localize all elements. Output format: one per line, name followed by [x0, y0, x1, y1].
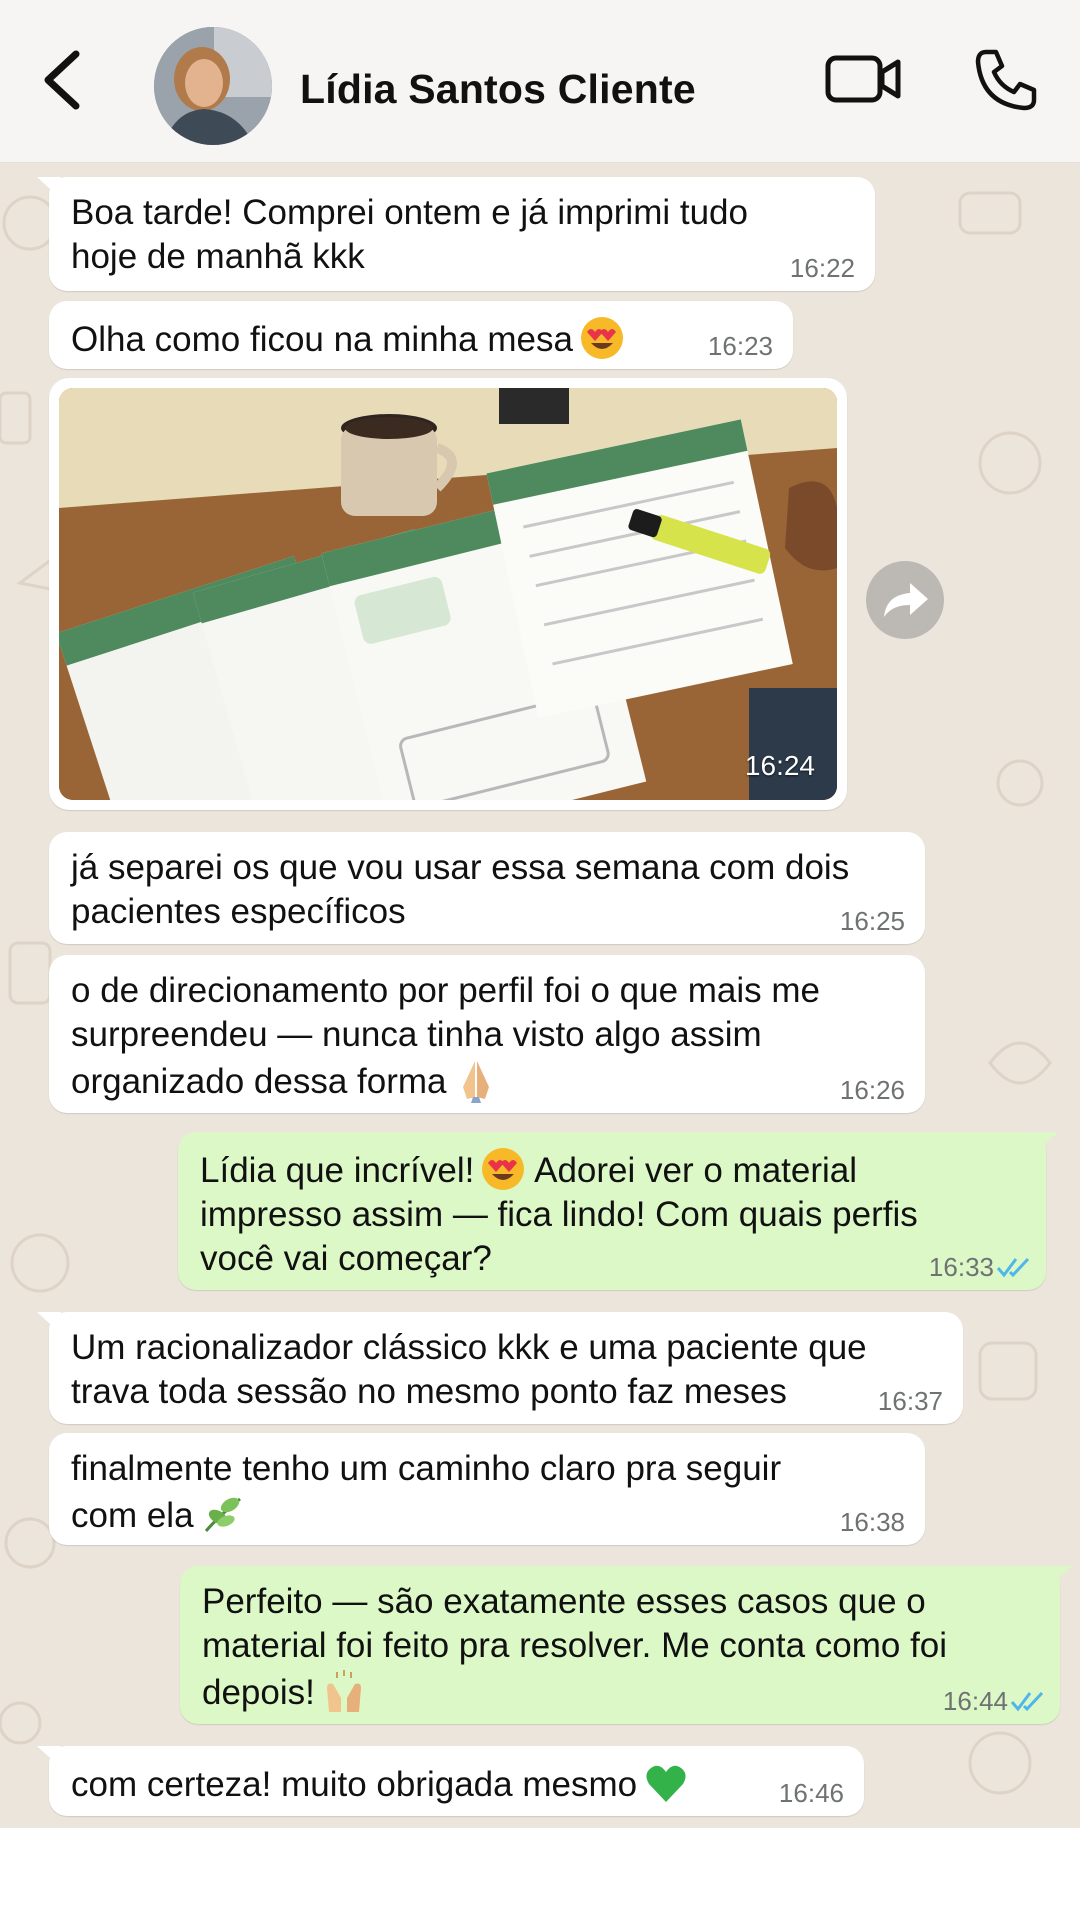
message-time: 16:44	[942, 1686, 1008, 1716]
message-text: Um racionalizador clássico kkk e uma pac…	[71, 1328, 867, 1411]
message-text: Perfeito — são exatamente esses casos qu…	[202, 1582, 948, 1712]
forward-arrow-icon	[884, 583, 928, 617]
message-incoming[interactable]: Boa tarde! Comprei ontem e já imprimi tu…	[37, 177, 875, 291]
phone-icon	[975, 49, 1037, 111]
message-text: Olha como ficou na minha mesa	[71, 320, 573, 359]
bubble-tail	[37, 177, 61, 199]
message-incoming[interactable]: finalmente tenho um caminho claro pra se…	[49, 1433, 925, 1545]
bubble-tail	[37, 1746, 61, 1768]
folded-hands-emoji-icon	[462, 1061, 489, 1103]
chat-header: Lídia Santos Cliente	[0, 0, 1080, 163]
message-image[interactable]: 16:24	[49, 378, 847, 810]
message-time: 16:22	[789, 253, 855, 283]
video-camera-icon	[825, 55, 901, 103]
message-time: 16:24	[744, 750, 815, 781]
message-incoming[interactable]: já separei os que vou usar essa semana c…	[49, 832, 925, 944]
bottom-blank-area	[0, 1828, 1080, 1920]
worksheets-photo	[59, 388, 837, 800]
heart-eyes-emoji-icon	[482, 1148, 525, 1190]
message-time: 16:25	[839, 906, 905, 936]
message-time: 16:33	[928, 1252, 994, 1282]
raising-hands-emoji-icon	[326, 1670, 361, 1712]
message-incoming[interactable]: com certeza! muito obrigada mesmo 16:46	[37, 1746, 864, 1816]
message-incoming[interactable]: o de direcionamento por perfil foi o que…	[49, 955, 925, 1113]
heart-eyes-emoji-icon	[580, 317, 623, 359]
back-button[interactable]	[38, 44, 88, 116]
voice-call-button[interactable]	[972, 46, 1040, 114]
bubble-tail	[37, 1312, 61, 1334]
message-time: 16:26	[839, 1075, 905, 1105]
message-outgoing[interactable]: Perfeito — são exatamente esses casos qu…	[180, 1566, 1072, 1724]
read-ticks-icon	[996, 1257, 1030, 1278]
message-time: 16:46	[778, 1778, 844, 1808]
message-outgoing[interactable]: Lídia que incrível! Adorei ver o materia…	[178, 1132, 1058, 1290]
message-time: 16:38	[839, 1507, 905, 1537]
message-text: o de direcionamento por perfil foi o que…	[71, 971, 821, 1101]
message-incoming[interactable]: Um racionalizador clássico kkk e uma pac…	[37, 1312, 963, 1424]
video-call-button[interactable]	[824, 50, 904, 110]
photo-printed-worksheets[interactable]: 16:24	[59, 388, 837, 800]
message-time: 16:37	[877, 1386, 943, 1416]
contact-name[interactable]: Lídia Santos Cliente	[300, 66, 696, 113]
chat-area[interactable]: Boa tarde! Comprei ontem e já imprimi tu…	[0, 163, 1080, 1828]
bubble-tail	[1048, 1566, 1072, 1588]
forward-button[interactable]	[866, 561, 944, 639]
message-time: 16:23	[707, 331, 773, 361]
avatar[interactable]	[154, 27, 272, 145]
herb-emoji-icon	[204, 1497, 241, 1532]
message-text: Lídia que incrível!	[200, 1151, 475, 1190]
message-text: Boa tarde! Comprei ontem e já imprimi tu…	[71, 193, 748, 276]
message-incoming[interactable]: Olha como ficou na minha mesa 16:23	[49, 301, 793, 369]
contact-photo	[154, 27, 272, 145]
green-heart-emoji-icon	[646, 1765, 686, 1802]
message-text: finalmente tenho um caminho claro pra se…	[71, 1449, 782, 1535]
chevron-left-icon	[44, 50, 80, 110]
message-text: com certeza! muito obrigada mesmo	[71, 1765, 638, 1804]
bubble-tail	[1034, 1132, 1058, 1154]
message-text: já separei os que vou usar essa semana c…	[71, 848, 850, 931]
read-ticks-icon	[1010, 1691, 1044, 1712]
